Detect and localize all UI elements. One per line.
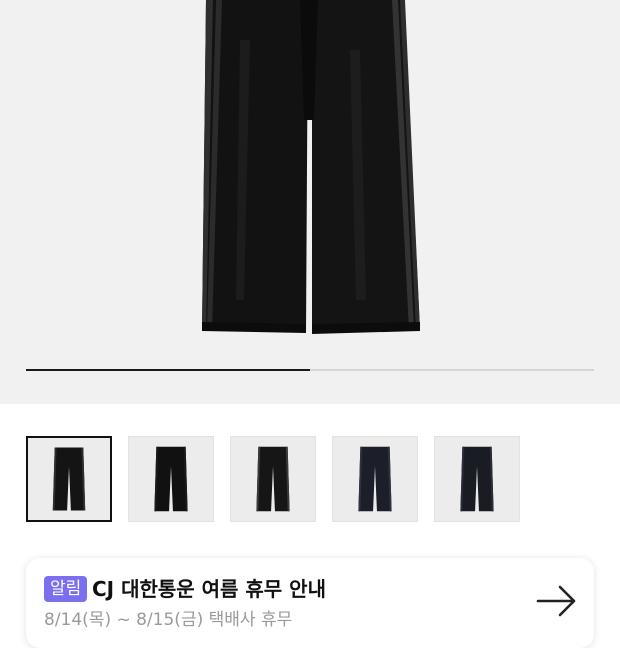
navy-velour-pants-back-image: [460, 446, 494, 512]
thumbnail-2[interactable]: [128, 436, 214, 522]
notice-subtitle: 8/14(목) ~ 8/15(금) 택배사 휴무: [44, 610, 293, 630]
thumbnail-strip: [26, 436, 596, 524]
notice-title: CJ 대한통운 여름 휴무 안내: [92, 577, 326, 601]
notice-badge: 알림: [44, 576, 88, 602]
thumbnail-3[interactable]: [230, 436, 316, 522]
thumbnail-1[interactable]: [26, 436, 112, 522]
arrow-right-icon[interactable]: [536, 584, 578, 618]
notice-card[interactable]: 알림 CJ 대한통운 여름 휴무 안내 8/14(목) ~ 8/15(금) 택배…: [26, 558, 594, 648]
black-velour-pants-front-image: [52, 447, 86, 511]
product-image-pants: [202, 0, 420, 334]
image-progress-bar: [26, 369, 594, 371]
thumbnail-4[interactable]: [332, 436, 418, 522]
black-velour-pants-back-image: [154, 446, 188, 512]
black-velour-pants-side-image: [256, 446, 290, 512]
image-progress-fill: [26, 369, 310, 371]
product-image-area[interactable]: [0, 0, 620, 404]
navy-velour-pants-front-image: [358, 446, 392, 512]
thumbnail-5[interactable]: [434, 436, 520, 522]
